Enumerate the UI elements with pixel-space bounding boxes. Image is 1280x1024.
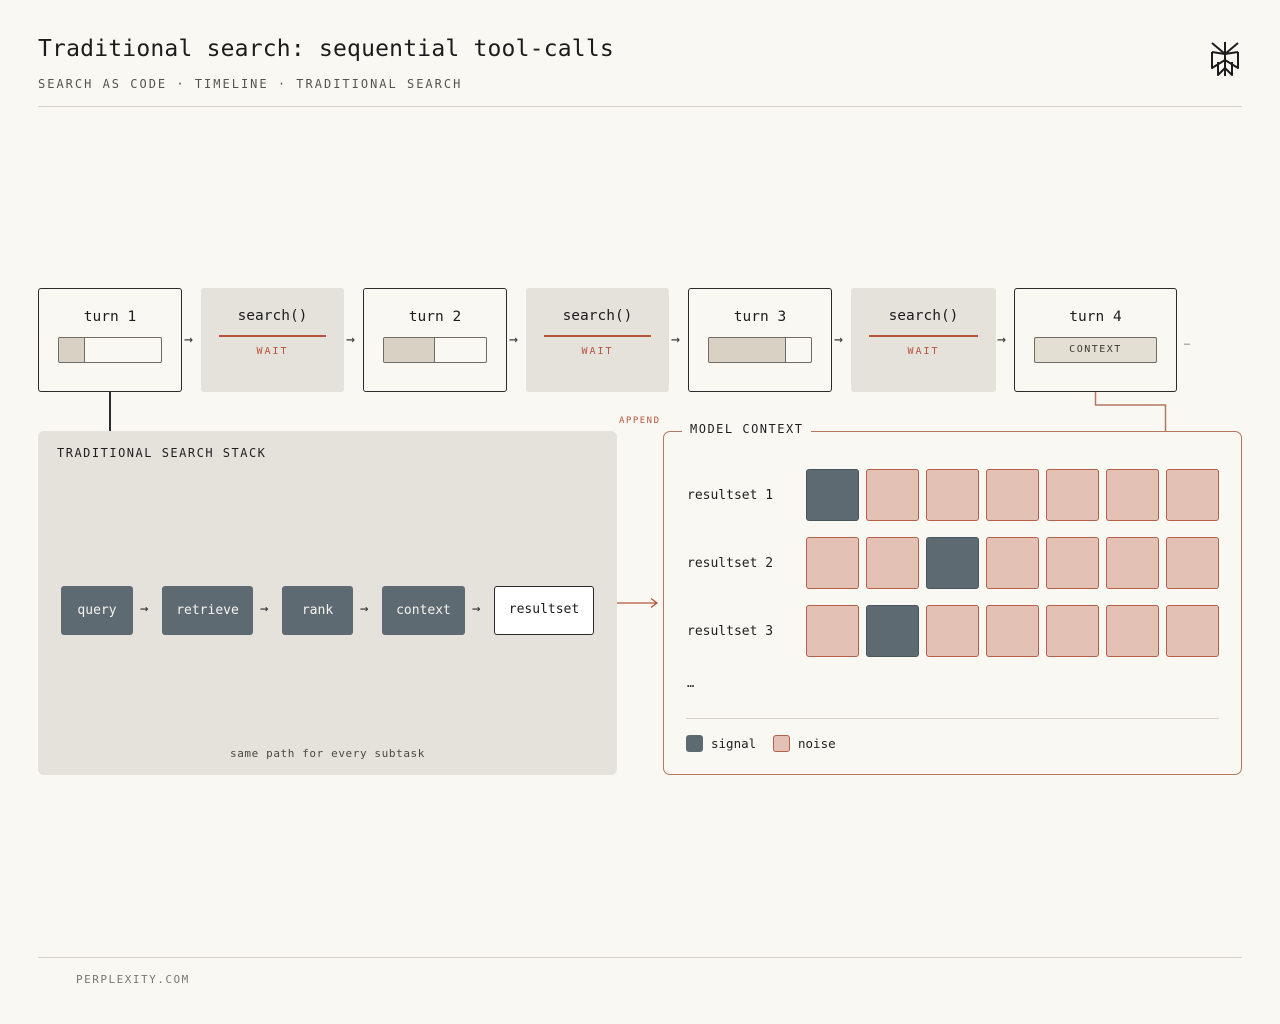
wait-line xyxy=(869,335,978,337)
progress-fill xyxy=(384,338,435,362)
noise-cell xyxy=(1106,469,1159,521)
search-box-1: search() WAIT xyxy=(201,288,344,392)
noise-cell xyxy=(926,605,979,657)
noise-cell xyxy=(1166,469,1219,521)
search-label: search() xyxy=(888,308,959,324)
more-resultsets: … xyxy=(687,676,695,690)
turn-box-2: turn 2 xyxy=(363,288,507,392)
arrow-icon: → xyxy=(360,601,369,617)
turn-box-1: turn 1 xyxy=(38,288,182,392)
signal-cell xyxy=(806,469,859,521)
noise-cell xyxy=(1046,537,1099,589)
more-turns: … xyxy=(1184,337,1192,348)
noise-cell xyxy=(1046,469,1099,521)
noise-cell xyxy=(1166,537,1219,589)
model-context-title: MODEL CONTEXT xyxy=(682,422,812,436)
search-box-3: search() WAIT xyxy=(851,288,996,392)
progress-bar xyxy=(708,337,812,363)
wait-status: WAIT xyxy=(907,346,940,357)
noise-cell xyxy=(1166,605,1219,657)
signal-cell xyxy=(866,605,919,657)
noise-cell xyxy=(806,605,859,657)
resultset-label: resultset 1 xyxy=(687,488,774,503)
legend-signal-label: signal xyxy=(711,736,757,751)
noise-cell xyxy=(1106,605,1159,657)
perplexity-logo-icon xyxy=(1211,42,1239,76)
legend-noise-swatch xyxy=(773,735,790,752)
step-resultset: resultset xyxy=(494,586,594,635)
footer-divider xyxy=(38,957,1242,958)
page-title: Traditional search: sequential tool-call… xyxy=(38,36,614,62)
search-label: search() xyxy=(237,308,308,324)
step-context: context xyxy=(382,586,465,635)
breadcrumb: SEARCH AS CODE · TIMELINE · TRADITIONAL … xyxy=(38,77,463,91)
search-box-2: search() WAIT xyxy=(526,288,669,392)
step-query: query xyxy=(61,586,133,635)
context-pill: CONTEXT xyxy=(1034,337,1157,363)
legend-divider xyxy=(686,718,1219,719)
noise-cell xyxy=(986,537,1039,589)
resultset-label: resultset 3 xyxy=(687,624,774,639)
turn-label: turn 2 xyxy=(408,309,462,325)
noise-cell xyxy=(986,605,1039,657)
resultset-label: resultset 2 xyxy=(687,556,774,571)
turn1-connector xyxy=(109,392,111,431)
noise-cell xyxy=(1046,605,1099,657)
wait-line xyxy=(544,335,651,337)
wait-status: WAIT xyxy=(256,346,289,357)
noise-cell xyxy=(806,537,859,589)
legend-noise-label: noise xyxy=(798,736,836,751)
step-rank: rank xyxy=(282,586,353,635)
noise-cell xyxy=(1106,537,1159,589)
append-label: APPEND xyxy=(619,416,661,426)
noise-cell xyxy=(926,469,979,521)
turn-box-4: turn 4 CONTEXT xyxy=(1014,288,1177,392)
step-retrieve: retrieve xyxy=(162,586,253,635)
arrow-icon: → xyxy=(140,601,149,617)
turn-label: turn 4 xyxy=(1069,309,1122,325)
turn-label: turn 3 xyxy=(733,309,787,325)
progress-bar xyxy=(383,337,487,363)
arrow-icon: → xyxy=(671,330,681,348)
progress-bar xyxy=(58,337,162,363)
arrow-icon: → xyxy=(997,330,1007,348)
progress-fill xyxy=(59,338,85,362)
stack-caption: same path for every subtask xyxy=(229,747,425,760)
search-label: search() xyxy=(562,308,633,324)
arrow-icon: → xyxy=(184,330,194,348)
header-divider xyxy=(38,106,1242,107)
arrow-icon: → xyxy=(834,330,844,348)
stack-title: TRADITIONAL SEARCH STACK xyxy=(57,446,267,460)
arrow-icon: → xyxy=(260,601,269,617)
turn-label: turn 1 xyxy=(83,309,137,325)
footer-link[interactable]: PERPLEXITY.COM xyxy=(76,973,190,986)
noise-cell xyxy=(866,469,919,521)
legend-signal-swatch xyxy=(686,735,703,752)
context-connector xyxy=(1094,392,1167,432)
wait-line xyxy=(219,335,326,337)
noise-cell xyxy=(866,537,919,589)
turn-box-3: turn 3 xyxy=(688,288,832,392)
append-arrow-icon xyxy=(617,597,659,609)
arrow-icon: → xyxy=(509,330,519,348)
signal-cell xyxy=(926,537,979,589)
noise-cell xyxy=(986,469,1039,521)
progress-fill xyxy=(709,338,786,362)
arrow-icon: → xyxy=(472,601,481,617)
arrow-icon: → xyxy=(346,330,356,348)
wait-status: WAIT xyxy=(581,346,614,357)
